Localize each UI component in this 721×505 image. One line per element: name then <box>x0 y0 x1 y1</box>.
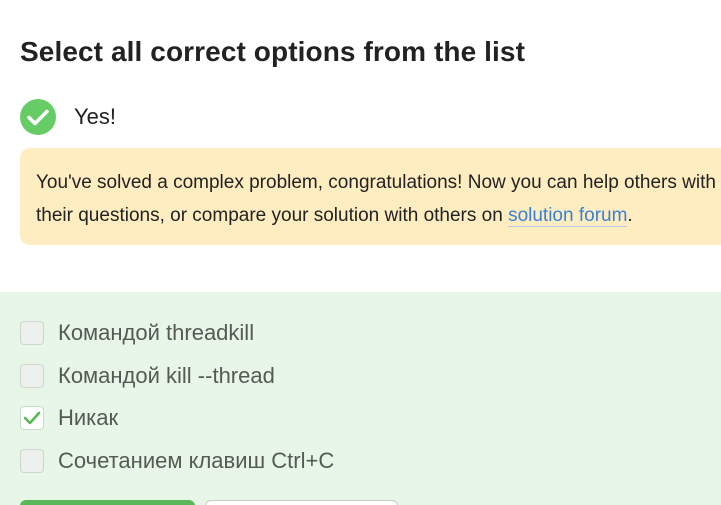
result-status: Yes! <box>20 99 116 135</box>
feedback-line-2-suffix: . <box>627 205 633 226</box>
secondary-action-button[interactable] <box>205 500 398 505</box>
feedback-line-1: You've solved a complex problem, congrat… <box>36 172 716 193</box>
option-2[interactable]: Командой kill --thread <box>20 363 275 389</box>
status-text: Yes! <box>74 104 117 129</box>
option-1-checkbox[interactable] <box>20 321 44 345</box>
feedback-line-2: their questions, or compare your solutio… <box>36 199 721 232</box>
option-3-checkbox[interactable] <box>20 406 44 430</box>
primary-action-button[interactable] <box>20 500 195 505</box>
step-page: Select all correct options from the list… <box>0 0 721 505</box>
options-list: Командой threadkill Командой kill --thre… <box>0 292 721 505</box>
option-2-checkbox[interactable] <box>20 364 44 388</box>
page-title: Select all correct options from the list <box>20 36 526 67</box>
option-3-label: Никак <box>58 405 119 430</box>
option-4[interactable]: Сочетанием клавиш Ctrl+C <box>20 448 334 474</box>
feedback-banner: You've solved a complex problem, congrat… <box>20 148 721 245</box>
option-4-label: Сочетанием клавиш Ctrl+C <box>58 448 335 473</box>
checkmark-icon <box>23 411 41 425</box>
option-4-checkbox[interactable] <box>20 449 44 473</box>
option-1[interactable]: Командой threadkill <box>20 320 254 346</box>
option-2-label: Командой kill --thread <box>58 363 275 388</box>
option-1-label: Командой threadkill <box>58 320 255 345</box>
check-circle-icon <box>20 99 56 135</box>
feedback-line-2-prefix: their questions, or compare your solutio… <box>36 205 509 226</box>
solution-forum-link[interactable]: solution forum <box>508 205 628 227</box>
option-3[interactable]: Никак <box>20 405 118 431</box>
